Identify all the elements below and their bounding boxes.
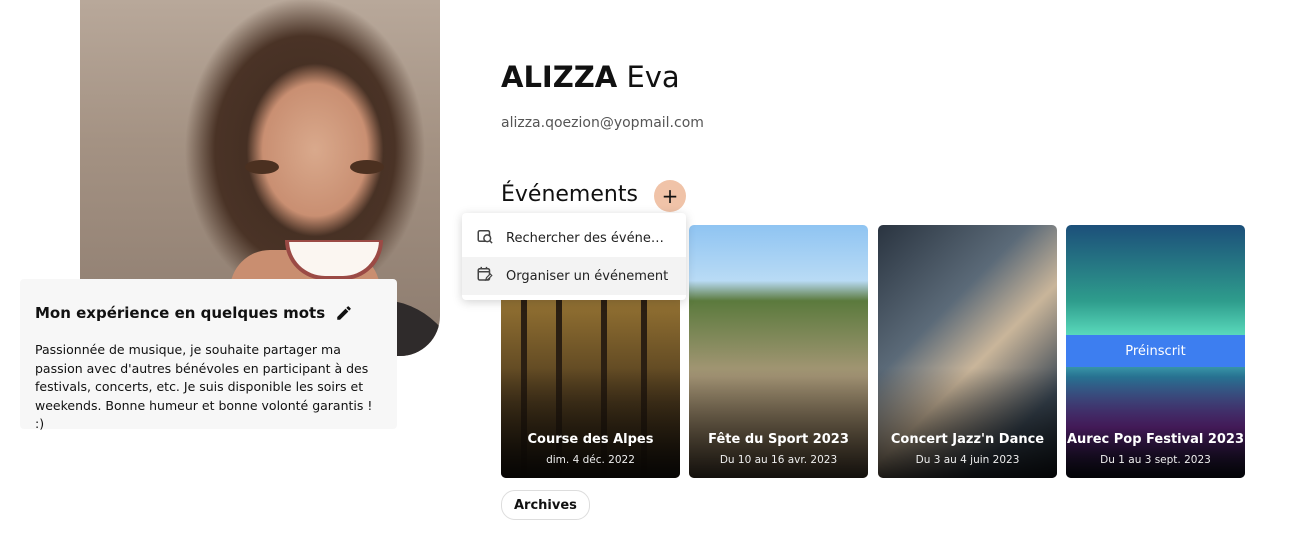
event-title: Fête du Sport 2023	[708, 432, 849, 447]
menu-item-organize-event[interactable]: Organiser un événement	[462, 257, 686, 295]
event-date: Du 10 au 16 avr. 2023	[719, 454, 838, 466]
event-title: Aurec Pop Festival 2023	[1066, 432, 1245, 447]
events-title: Événements	[501, 182, 638, 207]
profile-name: ALIZZA Eva	[501, 60, 680, 94]
menu-item-label: Organiser un événement	[506, 268, 669, 284]
search-calendar-icon	[476, 227, 494, 249]
add-event-button[interactable]: +	[654, 180, 686, 212]
about-text: Passionnée de musique, je souhaite parta…	[35, 342, 373, 431]
event-title: Course des Alpes	[527, 432, 654, 447]
event-card[interactable]: Fête du Sport 2023 Du 10 au 16 avr. 2023	[689, 225, 868, 478]
event-date: Du 1 au 3 sept. 2023	[1100, 454, 1211, 466]
event-title: Concert Jazz'n Dance	[890, 432, 1045, 447]
edit-calendar-icon	[476, 265, 494, 287]
about-heading: Mon expérience en quelques mots	[35, 304, 353, 322]
event-card[interactable]: Concert Jazz'n Dance Du 3 au 4 juin 2023	[878, 225, 1057, 478]
profile-last-name: ALIZZA	[501, 60, 618, 94]
profile-email: alizza.qoezion@yopmail.com	[501, 115, 704, 131]
add-event-menu: Rechercher des événemen... Organiser un …	[462, 213, 686, 300]
event-date: Du 3 au 4 juin 2023	[915, 454, 1020, 466]
menu-item-label: Rechercher des événemen...	[506, 230, 676, 246]
event-card[interactable]: Préinscrit Aurec Pop Festival 2023 Du 1 …	[1066, 225, 1245, 478]
photo-eye-right	[350, 160, 384, 174]
event-date: dim. 4 déc. 2022	[546, 454, 635, 466]
archives-button[interactable]: Archives	[501, 490, 590, 520]
edit-pencil-icon[interactable]	[335, 304, 353, 322]
photo-eye-left	[245, 160, 279, 174]
status-badge: Préinscrit	[1066, 335, 1245, 367]
profile-first-name: Eva	[626, 60, 680, 94]
menu-item-search-events[interactable]: Rechercher des événemen...	[462, 219, 686, 257]
about-title: Mon expérience en quelques mots	[35, 304, 326, 322]
